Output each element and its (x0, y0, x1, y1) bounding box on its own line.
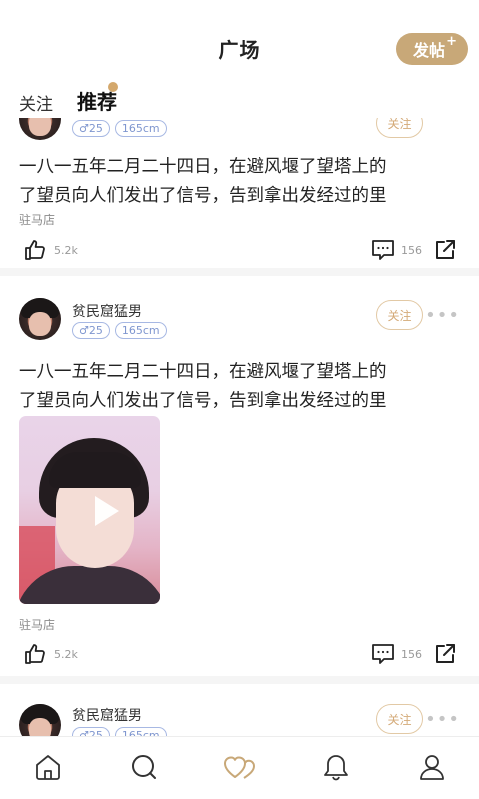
avatar[interactable] (19, 704, 61, 736)
feed-tabs: 关注 推荐 (0, 78, 479, 118)
plus-icon: + (446, 34, 457, 49)
play-icon[interactable] (95, 496, 119, 526)
username[interactable]: 贫民窟猛男 (72, 705, 142, 725)
feed-divider (0, 676, 479, 684)
bottom-nav (0, 736, 479, 799)
profile-icon[interactable] (417, 752, 447, 782)
search-icon[interactable] (129, 752, 159, 782)
gender-age-tag: ♂25 (72, 120, 110, 137)
user-tags: ♂25 165cm (72, 322, 167, 339)
post-text: 一八一五年二月二十四日，在避风堰了望塔上的 了望员向人们发出了信号，告到拿出发经… (19, 157, 387, 206)
gender-age-tag: ♂25 (72, 727, 110, 736)
like-count: 5.2k (54, 648, 78, 661)
feed-divider (0, 268, 479, 276)
height-tag: 165cm (114, 120, 167, 137)
tab-follow[interactable]: 关注 (19, 90, 53, 115)
username[interactable]: 贫民窟猛男 (72, 301, 142, 321)
user-tags: ♂25 165cm (72, 727, 167, 736)
video-thumbnail[interactable] (19, 416, 160, 604)
share-icon[interactable] (433, 238, 457, 262)
post-actions: 5.2k 156 (0, 238, 479, 268)
thumbs-up-icon[interactable] (23, 238, 47, 262)
new-post-button[interactable]: 发帖 + (396, 33, 468, 65)
more-icon[interactable]: ••• (425, 709, 460, 730)
new-post-label: 发帖 (412, 41, 445, 60)
follow-button[interactable]: 关注 (376, 704, 423, 734)
user-tags: ♂25 165cm (72, 120, 167, 137)
follow-button[interactable]: 关注 (376, 300, 423, 330)
active-tab-dot (108, 82, 118, 92)
location-label: 驻马店 (19, 618, 56, 632)
height-tag: 165cm (114, 322, 167, 339)
avatar[interactable] (19, 298, 61, 340)
like-count: 5.2k (54, 244, 78, 257)
home-icon[interactable] (33, 752, 63, 782)
gender-age-tag: ♂25 (72, 322, 110, 339)
thumbs-up-icon[interactable] (23, 642, 47, 666)
location-label: 驻马店 (19, 213, 56, 227)
bell-icon[interactable] (321, 752, 351, 782)
post-card-2[interactable]: 贫民窟猛男 ♂25 165cm 关注 ••• (0, 684, 479, 736)
post-actions: 5.2k 156 (0, 642, 479, 672)
comment-icon[interactable] (371, 239, 395, 261)
comment-count: 156 (401, 648, 422, 661)
more-icon[interactable]: ••• (425, 305, 460, 326)
share-icon[interactable] (433, 642, 457, 666)
hearts-icon[interactable] (223, 752, 257, 782)
comment-count: 156 (401, 244, 422, 257)
post-text: 一八一五年二月二十四日，在避风堰了望塔上的 了望员向人们发出了信号，告到拿出发经… (19, 362, 387, 411)
comment-icon[interactable] (371, 643, 395, 665)
header: 广场 发帖 + (0, 0, 479, 78)
height-tag: 165cm (114, 727, 167, 736)
